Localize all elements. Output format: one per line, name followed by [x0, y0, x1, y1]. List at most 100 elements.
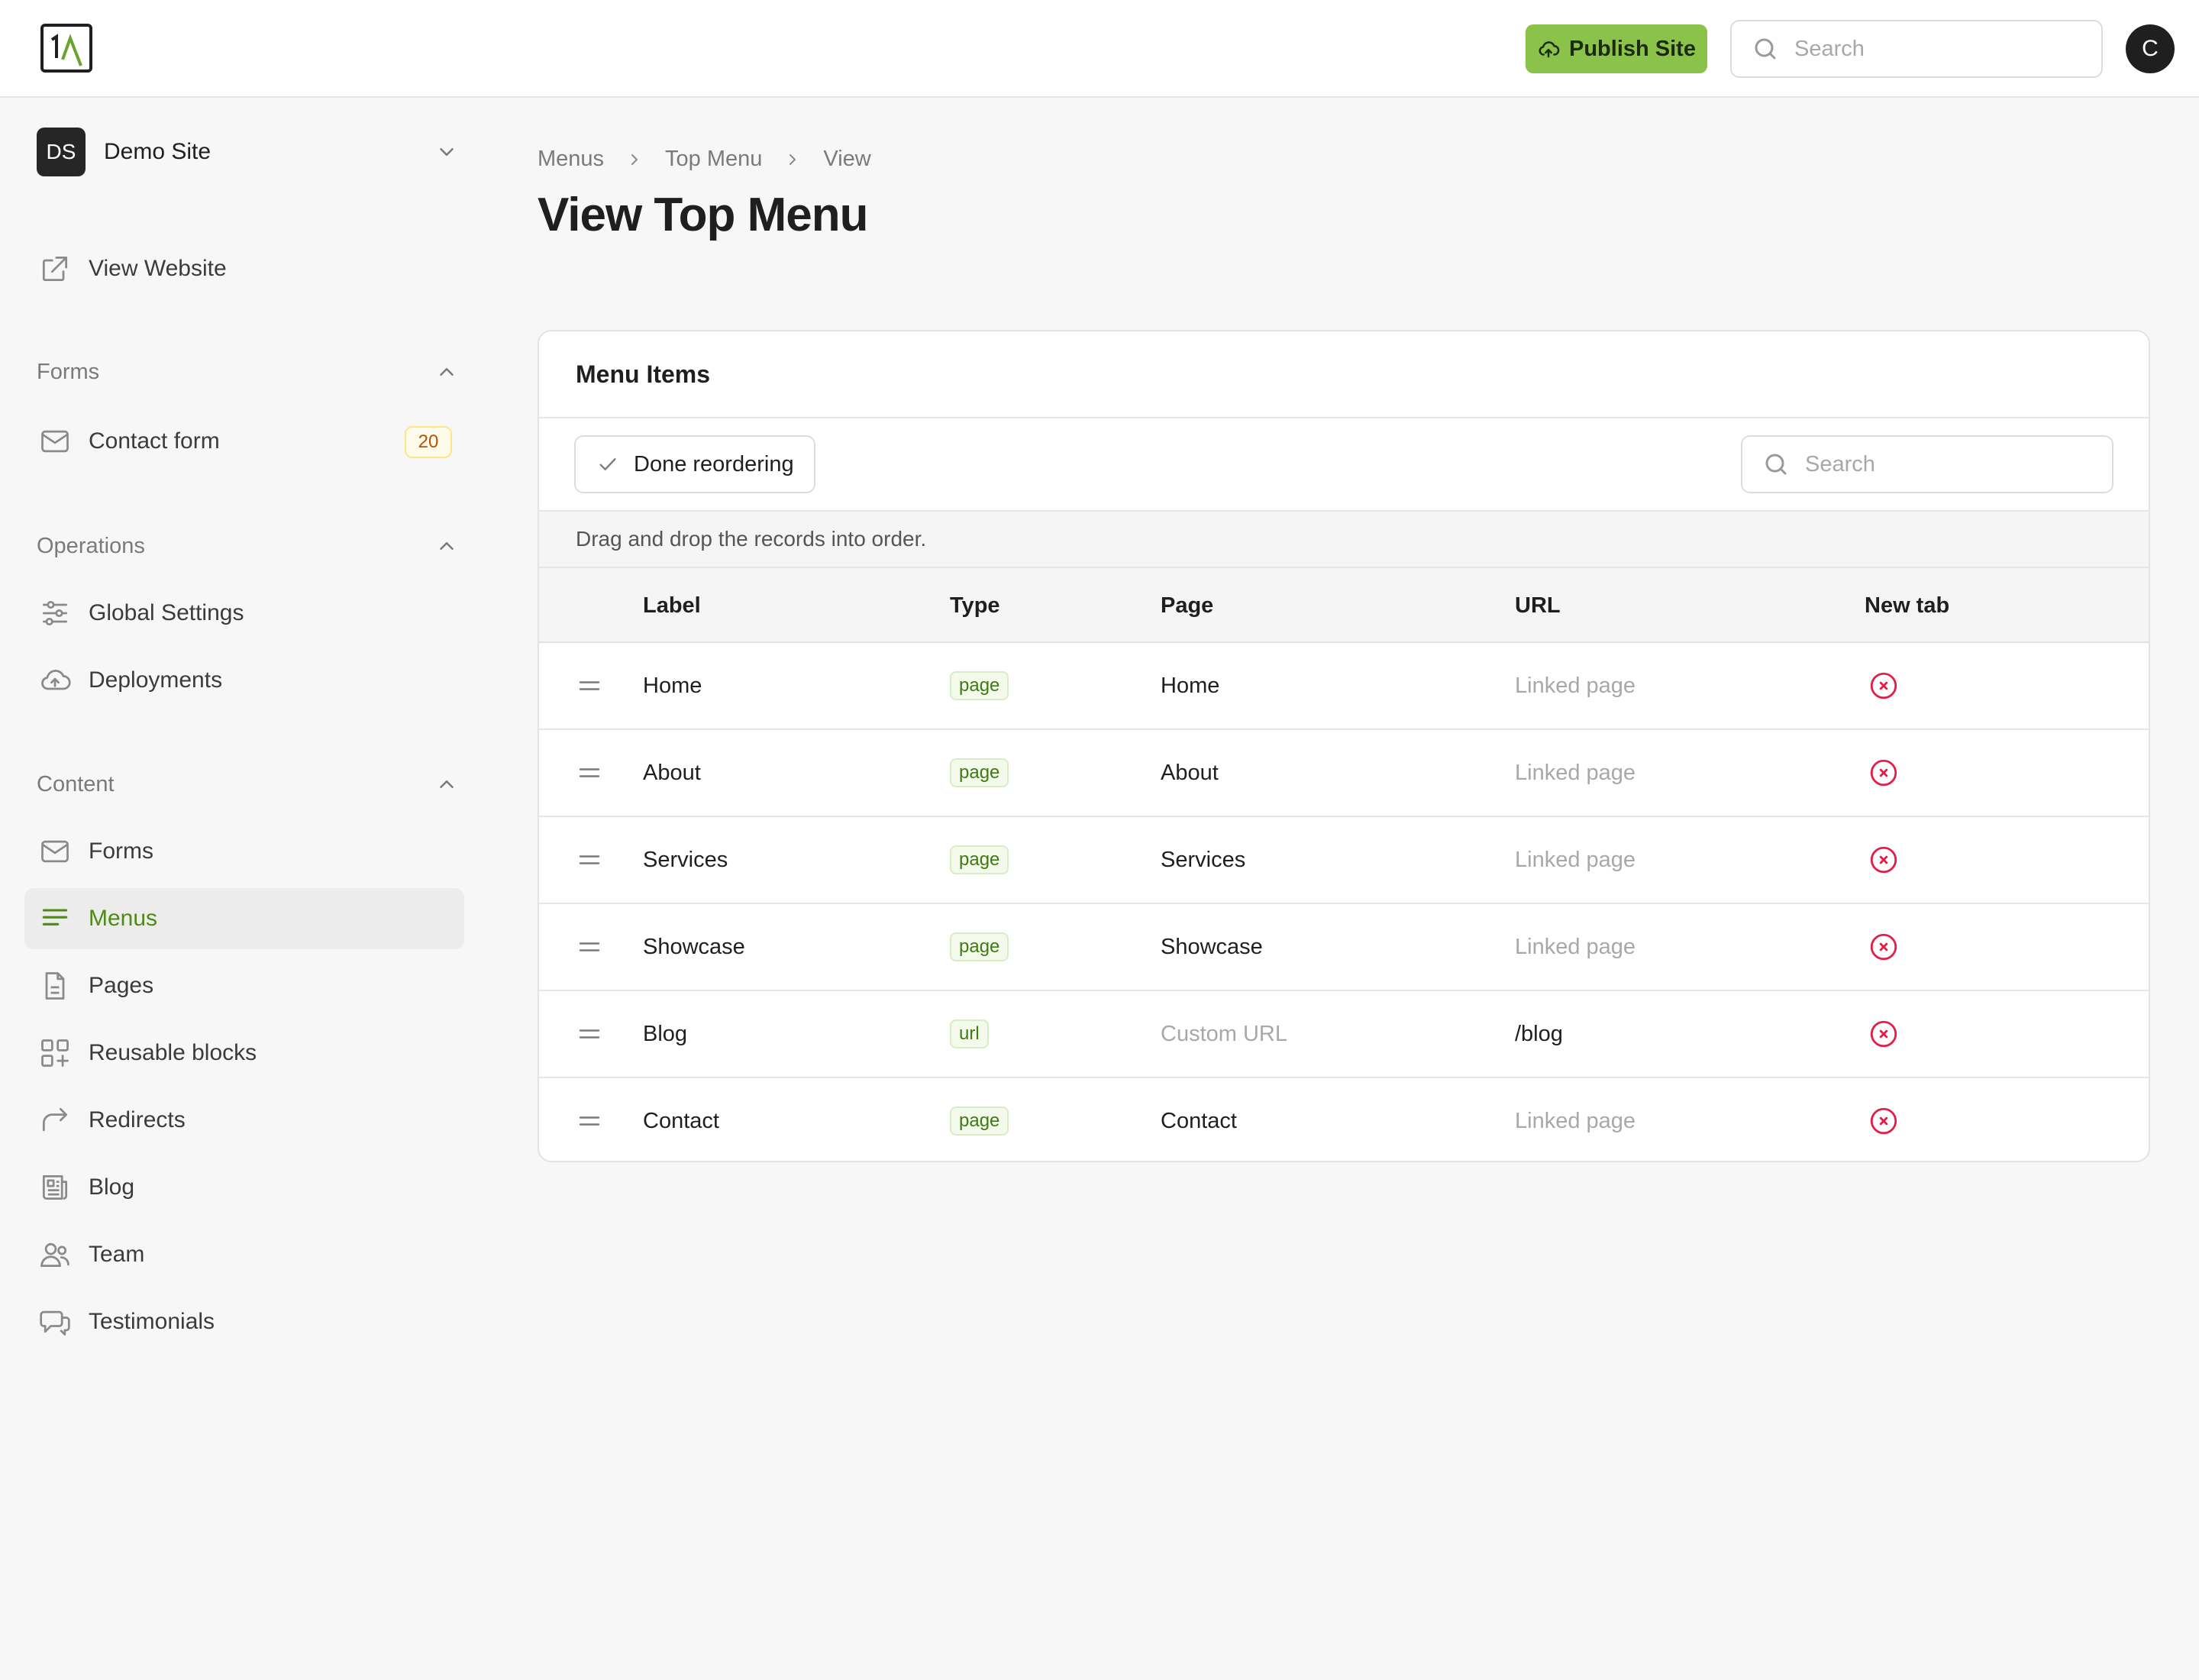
sidebar-item-global-settings[interactable]: Global Settings: [24, 583, 464, 644]
document-icon: [38, 969, 72, 1003]
table-row[interactable]: Services page Services Linked page: [539, 817, 2149, 904]
x-circle-icon: [1868, 1078, 1900, 1161]
sidebar-group-forms[interactable]: Forms: [37, 355, 458, 389]
sidebar-item-view-website[interactable]: View Website: [24, 238, 464, 299]
table-row[interactable]: Home page Home Linked page: [539, 643, 2149, 730]
row-page: Showcase: [1161, 934, 1263, 959]
table-header: Label Type Page URL New tab: [539, 568, 2149, 643]
done-reordering-button[interactable]: Done reordering: [574, 435, 815, 493]
column-header-label[interactable]: Label: [643, 568, 701, 643]
drag-handle-icon[interactable]: [576, 904, 606, 990]
sidebar-item-menus[interactable]: Menus: [24, 888, 464, 949]
x-circle-icon: [1868, 643, 1900, 729]
drag-handle-icon[interactable]: [576, 730, 606, 816]
table-search-input[interactable]: [1805, 451, 2080, 477]
breadcrumb-view: View: [823, 147, 871, 171]
sidebar-item-label: Testimonials: [89, 1309, 215, 1334]
mail-icon: [38, 835, 72, 868]
table-row[interactable]: About page About Linked page: [539, 730, 2149, 817]
chevron-right-icon: [631, 153, 638, 165]
sidebar-item-blog[interactable]: Blog: [24, 1157, 464, 1218]
row-url: Linked page: [1515, 760, 1636, 785]
row-page: Home: [1161, 673, 1220, 698]
column-header-type[interactable]: Type: [950, 568, 1000, 643]
drag-handle-icon[interactable]: [576, 817, 606, 903]
sidebar-item-redirects[interactable]: Redirects: [24, 1090, 464, 1151]
sidebar-item-deployments[interactable]: Deployments: [24, 650, 464, 711]
x-circle-icon: [1868, 817, 1900, 903]
row-label: Blog: [643, 1021, 688, 1046]
sidebar-item-label: Forms: [89, 838, 153, 864]
sidebar-item-label: Menus: [89, 906, 158, 931]
column-header-new-tab[interactable]: New tab: [1865, 568, 1949, 643]
table-row[interactable]: Contact page Contact Linked page: [539, 1078, 2149, 1161]
top-bar: Publish Site C: [0, 0, 2199, 98]
count-badge: 20: [405, 426, 452, 458]
type-badge: page: [950, 671, 1009, 700]
row-page: Custom URL: [1161, 1021, 1287, 1046]
global-search[interactable]: [1730, 20, 2103, 78]
sidebar-item-label: Redirects: [89, 1107, 186, 1132]
sidebar-group-content[interactable]: Content: [37, 767, 458, 801]
external-link-icon: [38, 252, 72, 286]
search-icon: [1752, 35, 1779, 63]
type-badge: url: [950, 1019, 989, 1048]
x-circle-icon: [1868, 904, 1900, 990]
site-name: Demo Site: [104, 139, 212, 164]
sidebar-item-testimonials[interactable]: Testimonials: [24, 1291, 464, 1352]
column-header-page[interactable]: Page: [1161, 568, 1213, 643]
sidebar-item-label: Reusable blocks: [89, 1040, 257, 1065]
app-logo-icon[interactable]: [40, 23, 93, 73]
sidebar-item-label: Global Settings: [89, 600, 244, 625]
drag-handle-icon[interactable]: [576, 643, 606, 729]
row-url: Linked page: [1515, 1108, 1636, 1133]
chat-bubbles-icon: [38, 1305, 72, 1339]
page-title: View Top Menu: [538, 189, 869, 241]
breadcrumb-menus[interactable]: Menus: [538, 147, 604, 172]
sidebar-group-operations[interactable]: Operations: [37, 529, 458, 563]
column-header-url[interactable]: URL: [1515, 568, 1561, 643]
row-label: Showcase: [643, 934, 745, 959]
sidebar-item-reusable-blocks[interactable]: Reusable blocks: [24, 1023, 464, 1084]
chevron-right-icon: [790, 153, 796, 165]
sidebar-item-team[interactable]: Team: [24, 1224, 464, 1285]
sidebar-item-forms[interactable]: Forms: [24, 821, 464, 882]
breadcrumb-top-menu[interactable]: Top Menu: [665, 147, 762, 172]
sidebar-item-label: Blog: [89, 1174, 135, 1200]
sidebar-group-label: Forms: [37, 359, 100, 384]
table-row[interactable]: Showcase page Showcase Linked page: [539, 904, 2149, 991]
type-badge: page: [950, 1107, 1009, 1136]
site-switcher[interactable]: DS Demo Site: [37, 127, 458, 177]
cloud-upload-icon: [1537, 37, 1560, 60]
row-page: About: [1161, 760, 1219, 785]
row-page: Contact: [1161, 1108, 1237, 1133]
row-url: Linked page: [1515, 847, 1636, 872]
sidebar-item-label: View Website: [89, 256, 227, 281]
row-url: Linked page: [1515, 673, 1636, 698]
table-row[interactable]: Blog url Custom URL /blog: [539, 991, 2149, 1078]
sidebar-item-label: Contact form: [89, 428, 220, 454]
breadcrumb: Menus Top Menu View: [538, 147, 871, 172]
drag-handle-icon[interactable]: [576, 1078, 606, 1161]
publish-site-button[interactable]: Publish Site: [1526, 24, 1707, 73]
row-label: Services: [643, 847, 728, 872]
sidebar-item-label: Team: [89, 1242, 145, 1267]
chevron-up-icon: [440, 368, 454, 376]
sidebar-item-contact-form[interactable]: Contact form 20: [24, 411, 464, 472]
drag-handle-icon[interactable]: [576, 991, 606, 1077]
user-avatar[interactable]: C: [2126, 24, 2175, 73]
row-label: About: [643, 760, 701, 785]
chevron-down-icon: [440, 148, 454, 156]
menu-lines-icon: [38, 902, 72, 935]
done-reordering-label: Done reordering: [634, 451, 794, 477]
type-badge: page: [950, 845, 1009, 874]
table-search[interactable]: [1741, 435, 2113, 493]
x-circle-icon: [1868, 730, 1900, 816]
row-url: /blog: [1515, 1021, 1563, 1046]
users-icon: [38, 1238, 72, 1271]
global-search-input[interactable]: [1794, 36, 2069, 62]
menu-items-card: Menu Items Done reordering Drag and drop…: [538, 330, 2150, 1162]
sidebar-item-pages[interactable]: Pages: [24, 955, 464, 1016]
newspaper-icon: [38, 1171, 72, 1204]
publish-site-label: Publish Site: [1569, 36, 1696, 61]
